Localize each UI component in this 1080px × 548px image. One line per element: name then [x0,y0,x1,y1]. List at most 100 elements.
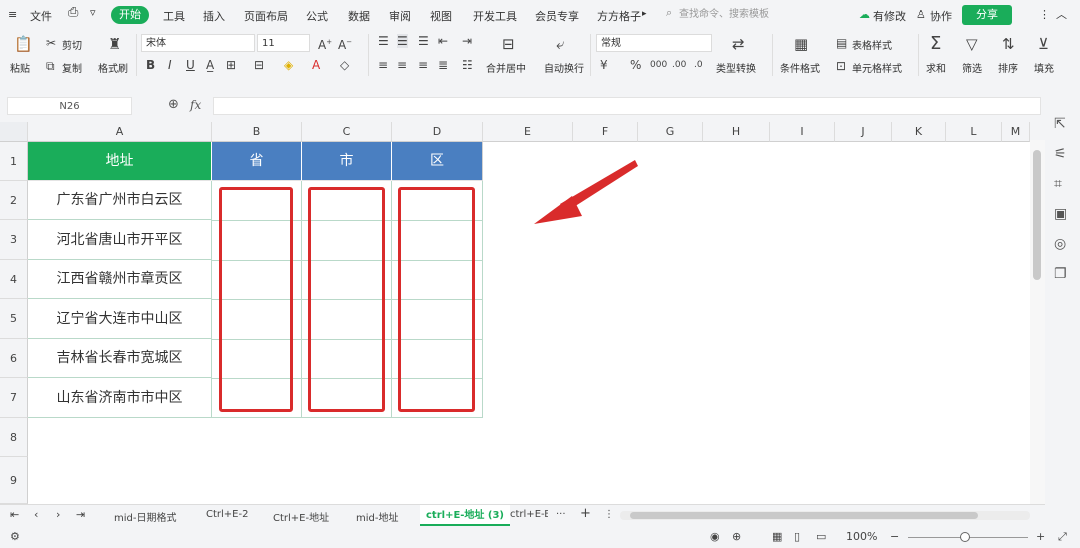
macro-icon[interactable]: ⚙ [10,530,20,543]
conditional-format-icon[interactable]: ▦ [794,36,808,52]
percent-icon[interactable]: % [630,58,641,72]
filter-icon[interactable]: ▽ [966,36,978,52]
align-bottom-icon[interactable]: ☰ [418,34,429,48]
hamburger-icon[interactable]: ≡ [8,8,17,21]
menu-developer[interactable]: 开发工具 [473,8,517,24]
zoom-level[interactable]: 100% [846,530,877,543]
zoom-cell-icon[interactable]: ⊕ [168,97,179,112]
italic-icon[interactable]: I [168,58,172,72]
type-convert-icon[interactable]: ⇄ [732,36,745,52]
currency-icon[interactable]: ¥ [600,58,608,72]
decrease-font-icon[interactable]: A− [338,35,352,52]
chevron-right-icon[interactable]: ▸ [642,9,647,19]
menu-page-layout[interactable]: 页面布局 [244,8,288,24]
col-header-j[interactable]: J [835,122,892,142]
first-sheet-icon[interactable]: ⇤ [10,508,19,521]
tab-divider-icon[interactable]: ⋮ [604,509,614,520]
merge-center-button[interactable]: 合并居中 [486,60,526,75]
fill-down-icon[interactable]: ⊻ [1038,36,1049,52]
prev-sheet-icon[interactable]: ‹ [34,508,38,521]
decrease-decimal-icon[interactable]: .0 [694,58,703,72]
paste-button[interactable]: 粘贴 [10,60,30,75]
sheet-tab[interactable]: Ctrl+E-2 [206,509,248,520]
wrap-text-button[interactable]: 自动换行 [544,60,584,75]
settings-sliders-icon[interactable]: ⚟ [1054,146,1067,162]
menu-review[interactable]: 审阅 [389,8,411,24]
menu-start[interactable]: 开始 [111,6,149,24]
sheet-tab[interactable]: mid-地址 [356,509,398,524]
menu-tools[interactable]: 工具 [163,8,185,24]
row-header-7[interactable]: 7 [0,378,28,418]
border-icon[interactable]: ⊞ [226,58,236,72]
number-format-select[interactable]: 常规 [596,34,712,52]
indent-increase-icon[interactable]: ⇥ [462,34,472,48]
wrap-text-icon[interactable]: ⤶ [556,36,564,52]
horizontal-scrollbar[interactable] [620,511,1030,520]
row-header-6[interactable]: 6 [0,339,28,378]
sum-button[interactable]: 求和 [926,60,946,75]
vertical-scrollbar[interactable] [1030,140,1045,504]
menu-ffgz[interactable]: 方方格子 [597,8,641,24]
col-header-h[interactable]: H [703,122,770,142]
align-middle-icon[interactable]: ☰ [397,34,408,48]
formula-input[interactable] [213,97,1041,115]
menu-file[interactable]: 文件 [30,8,52,24]
align-center-icon[interactable]: ≡ [397,58,407,72]
image-icon[interactable]: ▣ [1054,206,1067,222]
header-address[interactable]: 地址 [28,142,212,181]
increase-decimal-icon[interactable]: .00 [672,58,686,72]
page-view-icon[interactable]: ▯ [794,530,800,543]
align-left-icon[interactable]: ≡ [378,58,388,72]
last-sheet-icon[interactable]: ⇥ [76,508,85,521]
address-cell[interactable]: 江西省赣州市章贡区 [28,260,212,299]
sort-button[interactable]: 排序 [998,60,1018,75]
merge-center-icon[interactable]: ⊟ [502,36,515,52]
format-painter-button[interactable]: 格式刷 [98,60,128,75]
header-province[interactable]: 省 [212,142,302,181]
row-header-8[interactable]: 8 [0,418,28,457]
row-header-4[interactable]: 4 [0,260,28,299]
paste-icon[interactable]: 📋 [14,36,33,52]
fill-button[interactable]: 填充 [1034,60,1054,75]
menu-formulas[interactable]: 公式 [306,8,328,24]
row-header-9[interactable]: 9 [0,457,28,504]
type-convert-button[interactable]: 类型转换 [716,60,756,75]
thousands-icon[interactable]: 000 [650,58,667,72]
sheet-tab-active[interactable]: ctrl+E-地址 (3) [420,505,511,526]
horizontal-scroll-thumb[interactable] [630,512,978,519]
collab-button[interactable]: 协作 [930,8,952,24]
font-name-select[interactable]: 宋体 [141,34,255,52]
col-header-b[interactable]: B [212,122,302,142]
header-city[interactable]: 市 [302,142,392,181]
name-box[interactable]: N26 [7,97,132,115]
sheet-tab[interactable]: mid-日期格式 [114,509,176,524]
scissors-icon[interactable]: ✂ [46,36,56,50]
vertical-scroll-thumb[interactable] [1033,150,1041,280]
more-icon[interactable]: ⋮ [1039,8,1050,21]
copy-button[interactable]: 复制 [62,60,82,75]
address-cell[interactable]: 辽宁省大连市中山区 [28,299,212,339]
sort-icon[interactable]: ⇅ [1002,36,1015,52]
align-right-icon[interactable]: ≡ [418,58,428,72]
sheet-tab[interactable]: ctrl+E-B [510,509,548,520]
row-header-5[interactable]: 5 [0,299,28,339]
cell-style-icon[interactable]: ⊡ [836,59,846,73]
underline-icon[interactable]: U [186,58,195,72]
bold-icon[interactable]: B [146,58,155,72]
menu-insert[interactable]: 插入 [203,8,225,24]
input-method-icon[interactable]: ⊕ [732,530,741,543]
cell-style-button[interactable]: 单元格样式 [852,60,902,75]
font-color-icon[interactable]: A [312,58,320,72]
table-style-icon[interactable]: ▤ [836,36,847,50]
col-header-e[interactable]: E [483,122,573,142]
sheet-tab[interactable]: Ctrl+E-地址 [273,509,329,524]
copy-icon[interactable]: ⧉ [46,59,55,73]
col-header-i[interactable]: I [770,122,835,142]
font-size-select[interactable]: 11 [257,34,310,52]
sum-icon[interactable]: Σ [930,35,941,53]
address-cell[interactable]: 山东省济南市市中区 [28,378,212,418]
format-painter-icon[interactable]: ♜ [108,36,121,52]
save-icon[interactable]: ⎙ [68,5,78,20]
modified-status[interactable]: 有修改 [873,8,906,24]
zoom-out-button[interactable]: − [890,530,899,543]
